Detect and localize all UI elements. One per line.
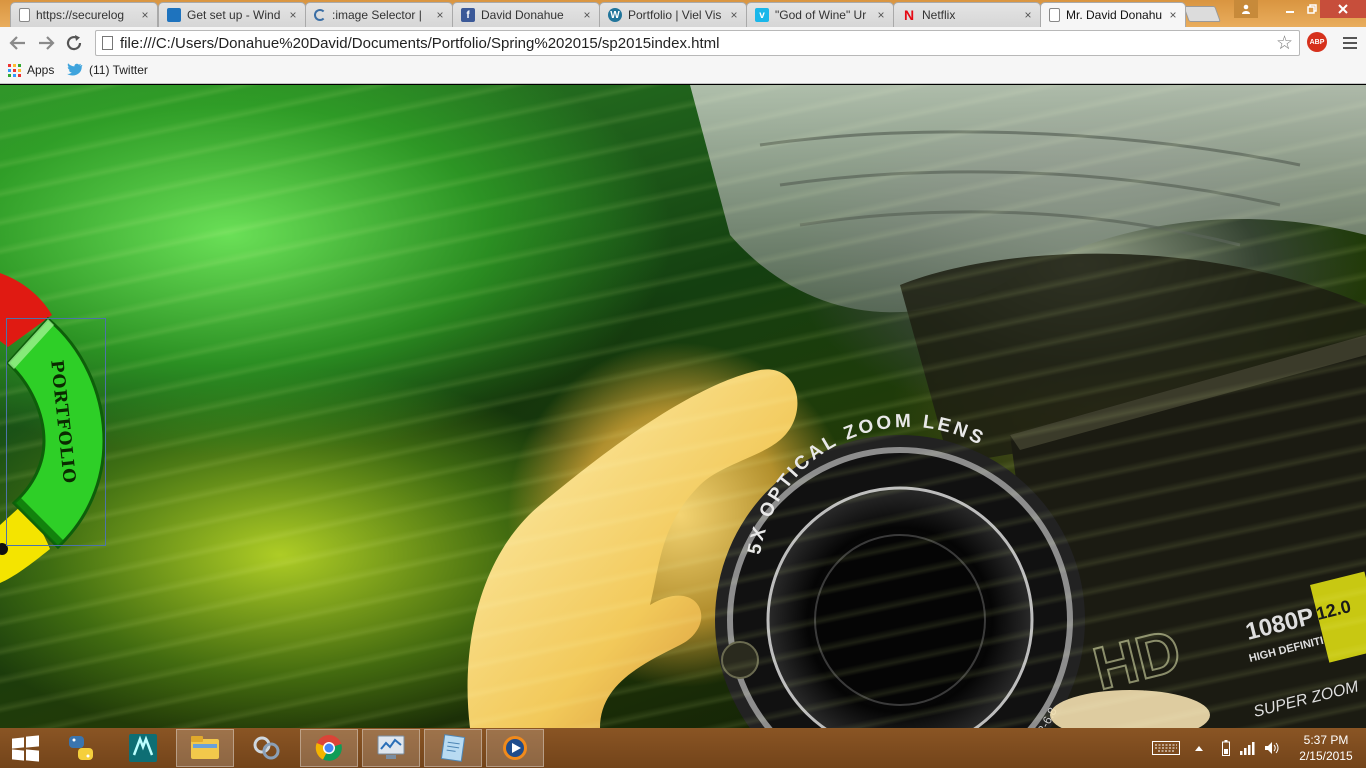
taskbar-network[interactable] bbox=[238, 729, 296, 767]
user-profile-icon[interactable] bbox=[1234, 0, 1258, 18]
tab-get-set-up[interactable]: Get set up - Wind × bbox=[158, 2, 306, 27]
spinner-icon bbox=[314, 9, 326, 21]
bookmarks-bar: Apps (11) Twitter bbox=[0, 59, 1366, 84]
tab-title: Get set up - Wind bbox=[187, 8, 281, 22]
reload-button[interactable] bbox=[62, 31, 86, 55]
chrome-menu-button[interactable] bbox=[1340, 33, 1360, 53]
bookmark-twitter[interactable]: (11) Twitter bbox=[67, 63, 148, 77]
system-clock[interactable]: 5:37 PM 2/15/2015 bbox=[1296, 732, 1356, 764]
tab-title: Netflix bbox=[922, 8, 956, 22]
media-player-icon bbox=[503, 736, 527, 760]
vimeo-icon: v bbox=[755, 8, 769, 22]
close-icon[interactable]: × bbox=[434, 8, 446, 22]
bookmark-label: Apps bbox=[27, 63, 55, 77]
tab-title: Mr. David Donahu bbox=[1066, 8, 1163, 22]
tab-title: https://securelog bbox=[36, 8, 125, 22]
tab-strip: https://securelog × Get set up - Wind × … bbox=[0, 0, 1366, 27]
forward-arrow-icon bbox=[39, 36, 55, 50]
bookmark-star-icon[interactable]: ☆ bbox=[1276, 32, 1293, 55]
start-button[interactable] bbox=[8, 735, 40, 762]
twitter-icon bbox=[67, 63, 83, 76]
bookmark-label: (11) Twitter bbox=[89, 63, 148, 77]
adblock-plus-icon[interactable]: ABP bbox=[1307, 32, 1327, 52]
camera-button bbox=[721, 641, 759, 679]
hero-photo: 5X OPTICAL ZOOM LENS f/3.2-6.8 HD 1080P … bbox=[467, 85, 1366, 728]
chrome-icon bbox=[315, 735, 342, 761]
taskbar-notepad[interactable] bbox=[424, 729, 482, 767]
window-close-button[interactable] bbox=[1320, 0, 1366, 18]
clock-date: 2/15/2015 bbox=[1299, 749, 1353, 763]
taskbar-maya[interactable] bbox=[114, 729, 172, 767]
notepad-icon bbox=[440, 734, 466, 762]
address-bar[interactable]: file:///C:/Users/Donahue%20David/Documen… bbox=[95, 30, 1300, 56]
close-icon[interactable]: × bbox=[287, 8, 299, 22]
apps-grid-icon bbox=[8, 63, 21, 77]
back-button[interactable] bbox=[6, 31, 30, 55]
netflix-icon: N bbox=[903, 7, 915, 23]
tab-netflix[interactable]: N Netflix × bbox=[893, 2, 1041, 27]
tab-image-selector[interactable]: :image Selector | × bbox=[305, 2, 453, 27]
close-icon[interactable]: × bbox=[581, 8, 593, 22]
browser-toolbar: file:///C:/Users/Donahue%20David/Documen… bbox=[0, 27, 1366, 59]
close-icon[interactable]: × bbox=[728, 8, 740, 22]
python-icon bbox=[69, 736, 93, 760]
windows-taskbar: 5:37 PM 2/15/2015 bbox=[0, 728, 1366, 768]
clock-time: 5:37 PM bbox=[1303, 733, 1349, 747]
facebook-icon: f bbox=[461, 8, 475, 22]
tab-title: David Donahue bbox=[481, 8, 564, 22]
tab-vimeo[interactable]: v "God of Wine" Ur × bbox=[746, 2, 894, 27]
new-tab-button[interactable] bbox=[1183, 6, 1221, 22]
windows-icon bbox=[167, 8, 181, 22]
wordpress-icon: W bbox=[608, 8, 622, 22]
document-icon bbox=[19, 8, 30, 22]
tab-title: "God of Wine" Ur bbox=[775, 8, 867, 22]
page-icon bbox=[102, 36, 113, 50]
file-explorer-icon bbox=[191, 736, 219, 759]
back-arrow-icon bbox=[9, 36, 25, 50]
tab-active-page[interactable]: Mr. David Donahu × bbox=[1040, 2, 1186, 27]
maya-icon bbox=[129, 734, 157, 762]
close-icon[interactable]: × bbox=[1022, 8, 1034, 22]
close-icon[interactable]: × bbox=[875, 8, 887, 22]
bookmark-apps[interactable]: Apps bbox=[8, 63, 54, 77]
tab-title: :image Selector | bbox=[332, 8, 422, 22]
taskbar-python[interactable] bbox=[52, 729, 110, 767]
wifi-signal-icon[interactable] bbox=[1240, 728, 1256, 768]
taskbar-media-player[interactable] bbox=[486, 729, 544, 767]
network-icon bbox=[253, 736, 280, 760]
forward-button[interactable] bbox=[34, 31, 58, 55]
taskbar-file-explorer[interactable] bbox=[176, 729, 234, 767]
tab-title: Portfolio | Viel Vis bbox=[628, 8, 722, 22]
tab-facebook[interactable]: f David Donahue × bbox=[452, 2, 600, 27]
taskbar-chrome[interactable] bbox=[300, 729, 358, 767]
document-icon bbox=[1049, 8, 1060, 22]
close-icon[interactable]: × bbox=[139, 8, 151, 22]
tab-portfolio[interactable]: W Portfolio | Viel Vis × bbox=[599, 2, 747, 27]
close-icon[interactable]: × bbox=[1167, 8, 1179, 22]
battery-icon[interactable] bbox=[1222, 728, 1230, 768]
address-text[interactable]: file:///C:/Users/Donahue%20David/Documen… bbox=[120, 35, 720, 52]
keyboard-icon[interactable] bbox=[1152, 728, 1180, 768]
page-viewport: 5X OPTICAL ZOOM LENS f/3.2-6.8 HD 1080P … bbox=[0, 85, 1366, 728]
tab-securelog[interactable]: https://securelog × bbox=[10, 2, 158, 27]
taskbar-task-manager[interactable] bbox=[362, 729, 420, 767]
volume-icon[interactable] bbox=[1264, 728, 1280, 768]
show-hidden-icons-icon[interactable] bbox=[1194, 728, 1204, 768]
reload-icon bbox=[66, 35, 82, 51]
task-manager-icon bbox=[377, 735, 405, 759]
